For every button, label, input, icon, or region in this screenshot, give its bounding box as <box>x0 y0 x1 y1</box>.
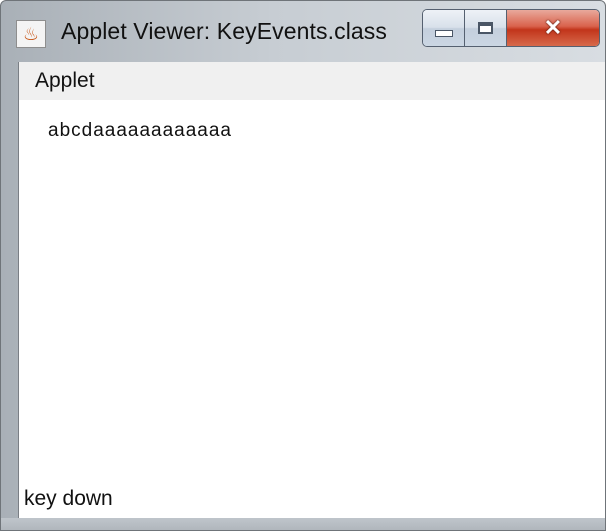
status-bar: key down <box>19 480 605 518</box>
client-area: Applet abcdaaaaaaaaaaaa key down <box>18 62 605 518</box>
menu-applet[interactable]: Applet <box>32 69 98 93</box>
close-button[interactable]: ✕ <box>507 10 599 46</box>
status-text: key down <box>24 487 113 510</box>
close-icon: ✕ <box>543 15 563 40</box>
title-bar[interactable]: ♨ Applet Viewer: KeyEvents.class ✕ <box>1 1 605 61</box>
menu-bar: Applet <box>19 62 605 101</box>
applet-canvas[interactable]: abcdaaaaaaaaaaaa <box>19 100 605 480</box>
window-controls: ✕ <box>422 9 600 47</box>
java-icon[interactable]: ♨ <box>16 20 46 48</box>
typed-text: abcdaaaaaaaaaaaa <box>48 120 233 141</box>
applet-viewer-window: ♨ Applet Viewer: KeyEvents.class ✕ Apple… <box>0 0 606 531</box>
minimize-button[interactable] <box>423 10 465 46</box>
window-title: Applet Viewer: KeyEvents.class <box>61 18 388 44</box>
minimize-icon <box>434 29 453 37</box>
window-bottom-border[interactable] <box>1 518 605 530</box>
maximize-button[interactable] <box>465 10 507 46</box>
maximize-icon <box>478 22 493 34</box>
